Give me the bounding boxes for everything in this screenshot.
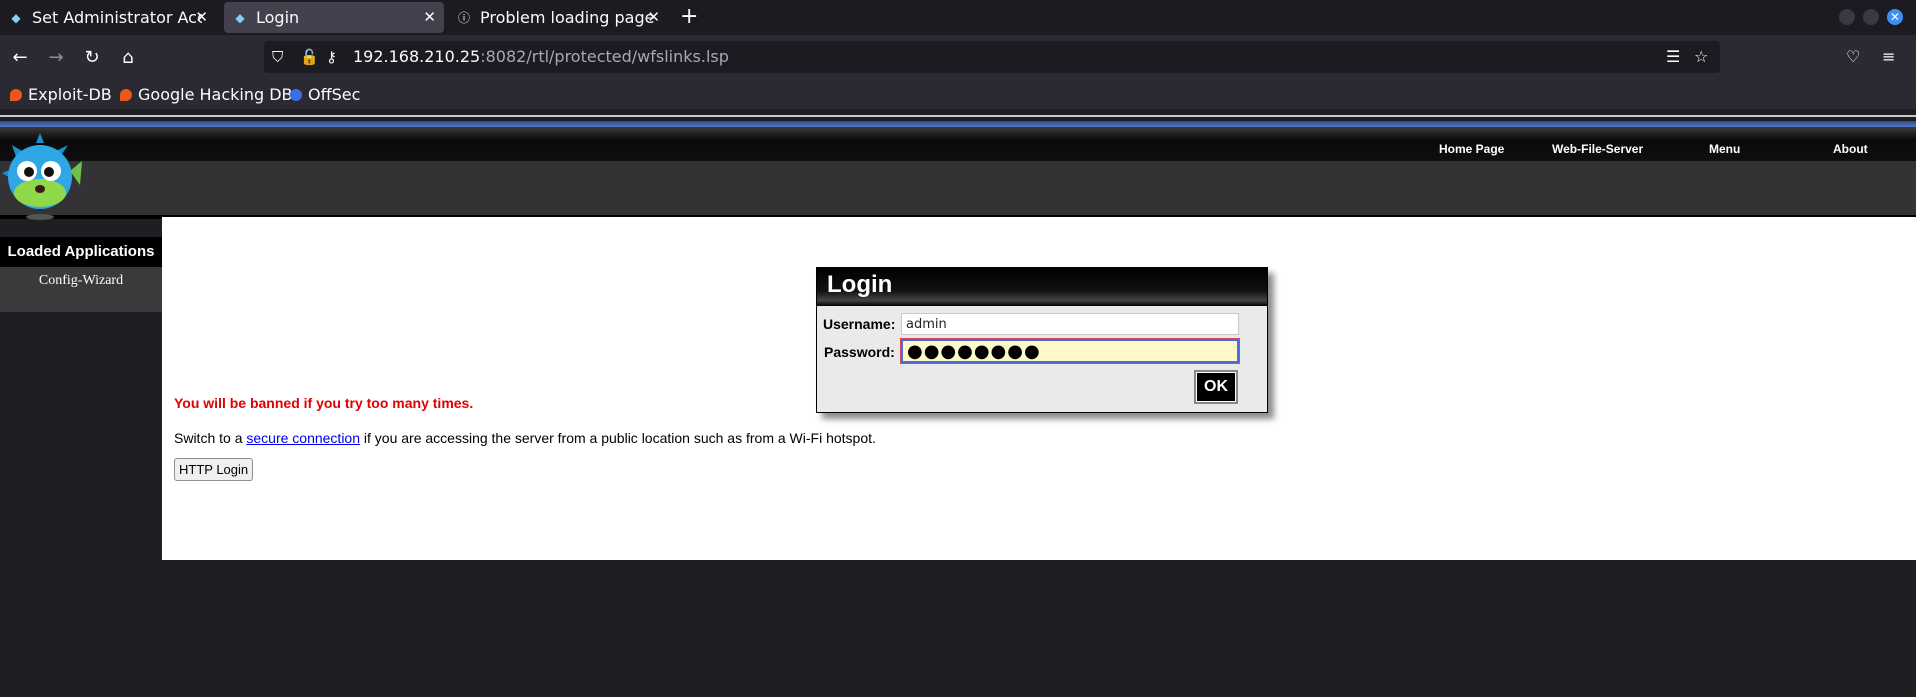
reader-view-icon[interactable]: ☰ xyxy=(1666,47,1680,66)
nav-about[interactable]: About xyxy=(1833,142,1868,156)
insecure-lock-icon[interactable]: 🔓 xyxy=(300,48,319,66)
site-header-bar xyxy=(0,161,1916,219)
tab-set-administrator[interactable]: ◆ Set Administrator Acco ✕ xyxy=(0,2,216,33)
close-tab-icon[interactable]: ✕ xyxy=(195,8,208,26)
maximize-window-button[interactable] xyxy=(1863,9,1879,25)
ok-button[interactable]: OK xyxy=(1194,370,1238,404)
close-tab-icon[interactable]: ✕ xyxy=(423,8,436,26)
http-login-button[interactable]: HTTP Login xyxy=(174,458,254,481)
nav-home-page[interactable]: Home Page xyxy=(1439,142,1504,156)
tab-title: Set Administrator Acco xyxy=(32,8,202,27)
sidebar-title: Loaded Applications xyxy=(0,237,162,267)
new-tab-button[interactable]: + xyxy=(680,4,698,29)
pufferfish-logo-icon xyxy=(2,133,82,220)
sidebar: Loaded Applications Config-Wizard xyxy=(0,237,162,312)
secure-connection-notice: Switch to a secure connection if you are… xyxy=(174,430,876,446)
bookmark-google-hacking-db[interactable]: Google Hacking DB xyxy=(120,85,293,104)
shield-icon[interactable]: ⛉ xyxy=(272,48,283,66)
bookmarks-toolbar: Exploit-DB Google Hacking DB OffSec xyxy=(0,83,1916,109)
login-dialog-title: Login xyxy=(817,268,1267,306)
home-icon[interactable]: ⌂ xyxy=(116,47,140,68)
ban-warning-text: You will be banned if you try too many t… xyxy=(174,395,474,411)
menu-hamburger-icon[interactable]: ≡ xyxy=(1882,47,1895,66)
pocket-icon[interactable]: ♡ xyxy=(1846,47,1860,66)
back-arrow-icon[interactable]: ← xyxy=(8,47,32,68)
reload-icon[interactable]: ↻ xyxy=(80,47,104,68)
google-hacking-db-icon xyxy=(120,88,132,101)
bookmark-star-icon[interactable]: ☆ xyxy=(1694,47,1708,66)
bookmark-exploit-db[interactable]: Exploit-DB xyxy=(10,85,112,104)
login-dialog: Login Username: Password: OK xyxy=(816,267,1268,413)
notice-prefix: Switch to a xyxy=(174,430,247,446)
username-input[interactable] xyxy=(901,313,1239,335)
main-content: Login Username: Password: OK You will be… xyxy=(162,217,1916,560)
tab-strip: ◆ Set Administrator Acco ✕ ◆ Login ✕ ⓘ P… xyxy=(0,0,1916,35)
close-window-button[interactable]: ✕ xyxy=(1887,9,1903,25)
tab-problem-loading[interactable]: ⓘ Problem loading page ✕ xyxy=(448,2,668,33)
web-page: Home Page Web-File-Server Menu About Loa… xyxy=(0,109,1916,697)
url-text[interactable]: 192.168.210.25:8082/rtl/protected/wfslin… xyxy=(353,47,729,66)
username-label: Username: xyxy=(823,316,896,332)
secure-connection-link[interactable]: secure connection xyxy=(246,430,360,446)
nav-menu[interactable]: Menu xyxy=(1709,142,1740,156)
bookmark-offsec[interactable]: OffSec xyxy=(290,85,360,104)
info-icon: ⓘ xyxy=(457,11,470,25)
password-label: Password: xyxy=(824,344,895,360)
navigation-toolbar: ← → ↻ ⌂ ⛉ 🔓 ⚷ 192.168.210.25:8082/rtl/pr… xyxy=(0,35,1916,83)
pufferfish-favicon-icon: ◆ xyxy=(11,10,21,25)
bookmark-label: OffSec xyxy=(308,85,361,104)
minimize-window-button[interactable] xyxy=(1839,9,1855,25)
top-divider xyxy=(0,115,1916,117)
close-tab-icon[interactable]: ✕ xyxy=(647,8,660,26)
tab-title: Login xyxy=(256,8,300,27)
bookmark-label: Google Hacking DB xyxy=(138,85,293,104)
nav-web-file-server[interactable]: Web-File-Server xyxy=(1552,142,1643,156)
tab-login[interactable]: ◆ Login ✕ xyxy=(224,2,444,33)
sidebar-item-config-wizard[interactable]: Config-Wizard xyxy=(0,268,162,294)
password-input[interactable] xyxy=(900,338,1240,364)
key-icon[interactable]: ⚷ xyxy=(326,48,337,66)
exploit-db-icon xyxy=(10,88,22,101)
offsec-icon xyxy=(290,88,302,101)
forward-arrow-icon[interactable]: → xyxy=(44,47,68,68)
notice-suffix: if you are accessing the server from a p… xyxy=(360,430,876,446)
tab-title: Problem loading page xyxy=(480,8,655,27)
bookmark-label: Exploit-DB xyxy=(28,85,112,104)
pufferfish-favicon-icon: ◆ xyxy=(235,10,245,25)
address-bar[interactable]: ⛉ 🔓 ⚷ 192.168.210.25:8082/rtl/protected/… xyxy=(264,41,1720,73)
